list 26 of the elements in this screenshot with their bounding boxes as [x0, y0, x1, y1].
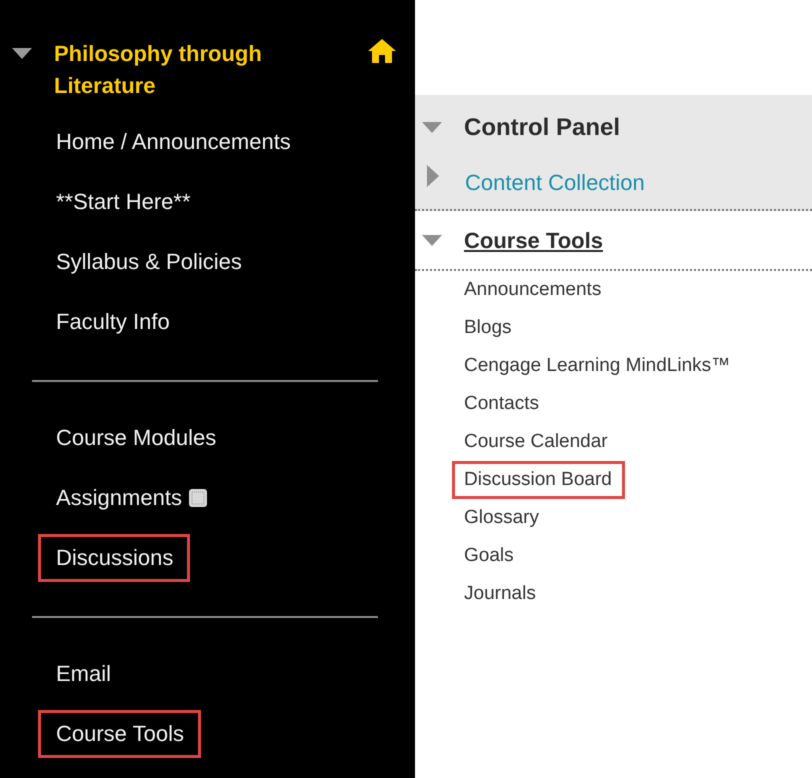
tool-link[interactable]: Glossary: [452, 499, 552, 537]
menu-link[interactable]: Email: [38, 650, 128, 698]
expand-arrow-icon[interactable]: [427, 164, 439, 186]
collapse-arrow-icon[interactable]: [422, 235, 442, 247]
course-title[interactable]: Philosophy through Literature: [54, 38, 367, 102]
menu-link[interactable]: **Start Here**: [38, 178, 208, 226]
home-icon[interactable]: [367, 38, 397, 64]
menu-link[interactable]: Faculty Info: [38, 298, 187, 346]
menu-link[interactable]: Course Tools: [38, 710, 201, 758]
menu-link[interactable]: Syllabus & Policies: [38, 238, 259, 286]
tool-link[interactable]: Contacts: [452, 385, 552, 423]
menu-link[interactable]: Home / Announcements: [38, 118, 308, 166]
menu-link[interactable]: Course Modules: [38, 414, 234, 462]
collapse-arrow-icon[interactable]: [12, 48, 32, 60]
tool-link[interactable]: Journals: [452, 575, 549, 613]
tool-link[interactable]: Course Calendar: [452, 423, 621, 461]
tool-link[interactable]: Cengage Learning MindLinks™: [452, 347, 744, 385]
panel-heading[interactable]: Control Panel: [464, 111, 620, 145]
menu-link[interactable]: Assignments: [38, 474, 225, 522]
tool-link[interactable]: Goals: [452, 537, 527, 575]
grid-icon: [188, 488, 208, 508]
tool-link[interactable]: Blogs: [452, 309, 525, 347]
tool-link[interactable]: Announcements: [452, 271, 614, 309]
menu-link[interactable]: Discussions: [38, 534, 190, 582]
section-heading[interactable]: Course Tools: [464, 226, 603, 256]
tool-link[interactable]: Discussion Board: [452, 461, 625, 499]
